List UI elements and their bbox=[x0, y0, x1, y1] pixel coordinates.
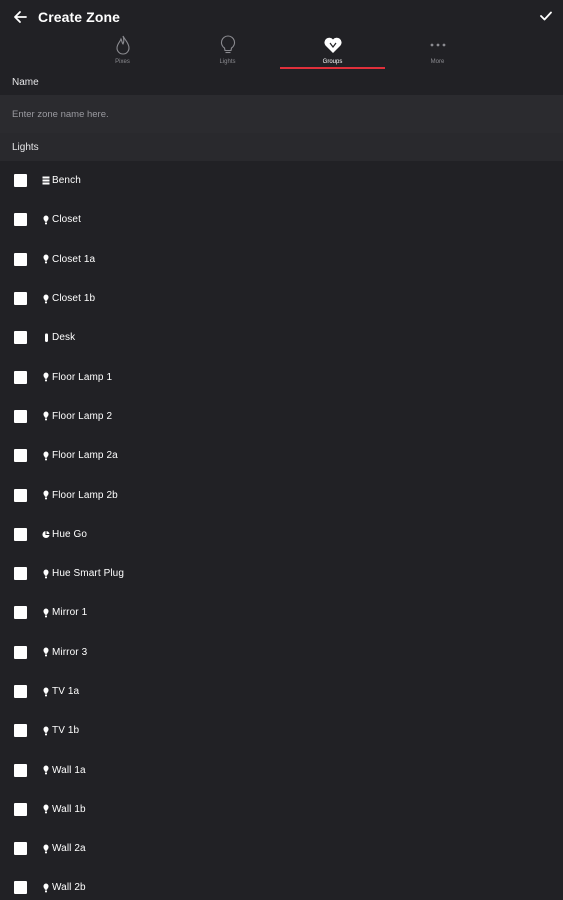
light-name: Floor Lamp 2a bbox=[52, 450, 118, 462]
spot-icon bbox=[42, 333, 50, 343]
tab-more[interactable]: More bbox=[385, 33, 490, 69]
light-name: Wall 2a bbox=[52, 843, 86, 855]
light-name: TV 1b bbox=[52, 725, 80, 737]
light-name: Wall 2b bbox=[52, 882, 86, 894]
checkmark-icon[interactable] bbox=[537, 7, 555, 25]
light-checkbox[interactable] bbox=[14, 763, 27, 777]
bulb-icon bbox=[42, 804, 50, 814]
bulb-icon bbox=[42, 647, 50, 657]
light-name: Bench bbox=[52, 175, 81, 187]
bulb-icon bbox=[42, 254, 50, 264]
light-list-item[interactable]: Mirror 1 bbox=[0, 593, 563, 632]
tab-label: Pixes bbox=[115, 59, 130, 65]
light-checkbox[interactable] bbox=[14, 449, 27, 463]
light-list-item[interactable]: Wall 1b bbox=[0, 790, 563, 829]
tab-pixes[interactable]: Pixes bbox=[70, 33, 175, 69]
light-checkbox[interactable] bbox=[14, 409, 27, 423]
light-checkbox[interactable] bbox=[14, 724, 27, 738]
name-section-header: Name bbox=[0, 69, 563, 95]
light-name: Floor Lamp 1 bbox=[52, 371, 113, 383]
light-list-item[interactable]: Floor Lamp 2 bbox=[0, 397, 563, 436]
light-name: Mirror 1 bbox=[52, 607, 88, 619]
light-list-item[interactable]: Wall 1a bbox=[0, 750, 563, 789]
strip-icon bbox=[42, 176, 50, 186]
light-list-item[interactable]: Hue Smart Plug bbox=[0, 554, 563, 593]
light-name: Mirror 3 bbox=[52, 646, 88, 658]
light-list-item[interactable]: TV 1b bbox=[0, 711, 563, 750]
bulb-icon bbox=[42, 372, 50, 382]
bulb-icon bbox=[42, 608, 50, 618]
bulb-icon bbox=[42, 451, 50, 461]
tab-label: Lights bbox=[219, 59, 236, 65]
zone-name-input[interactable] bbox=[12, 108, 563, 120]
bulb-icon bbox=[42, 569, 50, 579]
light-list-item[interactable]: Desk bbox=[0, 318, 563, 357]
app-root: Create Zone Pixes Lights Groups More Nam… bbox=[0, 0, 563, 900]
light-list-item[interactable]: Floor Lamp 1 bbox=[0, 357, 563, 396]
light-checkbox[interactable] bbox=[14, 802, 27, 816]
light-list-item[interactable]: Closet 1b bbox=[0, 279, 563, 318]
light-checkbox[interactable] bbox=[14, 527, 27, 541]
bulb-icon bbox=[42, 844, 50, 854]
light-name: Wall 1b bbox=[52, 803, 86, 815]
light-checkbox[interactable] bbox=[14, 213, 27, 227]
tab-groups[interactable]: Groups bbox=[280, 33, 385, 69]
light-checkbox[interactable] bbox=[14, 331, 27, 345]
light-list-item[interactable]: Bench bbox=[0, 161, 563, 200]
back-arrow-icon[interactable] bbox=[11, 8, 29, 26]
light-list-item[interactable]: Floor Lamp 2b bbox=[0, 475, 563, 514]
tab-label: More bbox=[430, 59, 445, 65]
bulb-icon bbox=[220, 33, 236, 57]
light-name: Closet 1b bbox=[52, 293, 96, 305]
light-name: Closet 1a bbox=[52, 253, 96, 265]
light-list-item[interactable]: Wall 2b bbox=[0, 868, 563, 900]
light-list-item[interactable]: Hue Go bbox=[0, 515, 563, 554]
light-name: Floor Lamp 2b bbox=[52, 489, 118, 501]
light-name: Hue Go bbox=[52, 528, 88, 540]
light-list-item[interactable]: Floor Lamp 2a bbox=[0, 436, 563, 475]
lights-section-header: Lights bbox=[0, 133, 563, 161]
light-name: Desk bbox=[52, 332, 76, 344]
flame-icon bbox=[115, 33, 130, 57]
light-list-item[interactable]: Wall 2a bbox=[0, 829, 563, 868]
bulb-icon bbox=[42, 726, 50, 736]
light-checkbox[interactable] bbox=[14, 685, 27, 698]
tab-label: Groups bbox=[322, 59, 343, 65]
light-checkbox[interactable] bbox=[14, 567, 27, 581]
go-icon bbox=[42, 529, 50, 539]
light-checkbox[interactable] bbox=[14, 174, 27, 188]
light-checkbox[interactable] bbox=[14, 606, 27, 620]
light-checkbox[interactable] bbox=[14, 881, 27, 895]
tab-lights[interactable]: Lights bbox=[175, 33, 280, 69]
heart-icon bbox=[323, 33, 343, 57]
light-name: Closet bbox=[52, 214, 81, 226]
bulb-icon bbox=[42, 215, 50, 225]
bulb-icon bbox=[42, 411, 50, 421]
light-checkbox[interactable] bbox=[14, 370, 27, 384]
bulb-icon bbox=[42, 294, 50, 304]
bulb-icon bbox=[42, 765, 50, 775]
top-bar: Create Zone bbox=[0, 0, 563, 33]
bulb-icon bbox=[42, 490, 50, 500]
light-name: Wall 1a bbox=[52, 764, 86, 776]
bulb-icon bbox=[42, 883, 50, 893]
light-list-item[interactable]: Closet 1a bbox=[0, 240, 563, 279]
page-title: Create Zone bbox=[38, 8, 121, 25]
light-list-item[interactable]: Mirror 3 bbox=[0, 633, 563, 672]
more-icon bbox=[429, 33, 447, 57]
lights-list: Bench Closet Closet 1a Closet 1b Desk Floor L… bbox=[0, 161, 563, 900]
light-checkbox[interactable] bbox=[14, 292, 27, 306]
light-name: Hue Smart Plug bbox=[52, 568, 124, 580]
bulb-icon bbox=[42, 687, 50, 697]
light-list-item[interactable]: TV 1a bbox=[0, 672, 563, 711]
light-name: TV 1a bbox=[52, 686, 80, 697]
light-list-item[interactable]: Closet bbox=[0, 200, 563, 239]
tab-bar: Pixes Lights Groups More bbox=[0, 33, 563, 69]
light-checkbox[interactable] bbox=[14, 842, 27, 856]
light-checkbox[interactable] bbox=[14, 488, 27, 502]
light-checkbox[interactable] bbox=[14, 252, 27, 266]
zone-name-field[interactable] bbox=[0, 95, 563, 133]
light-checkbox[interactable] bbox=[14, 645, 27, 659]
light-name: Floor Lamp 2 bbox=[52, 410, 113, 422]
